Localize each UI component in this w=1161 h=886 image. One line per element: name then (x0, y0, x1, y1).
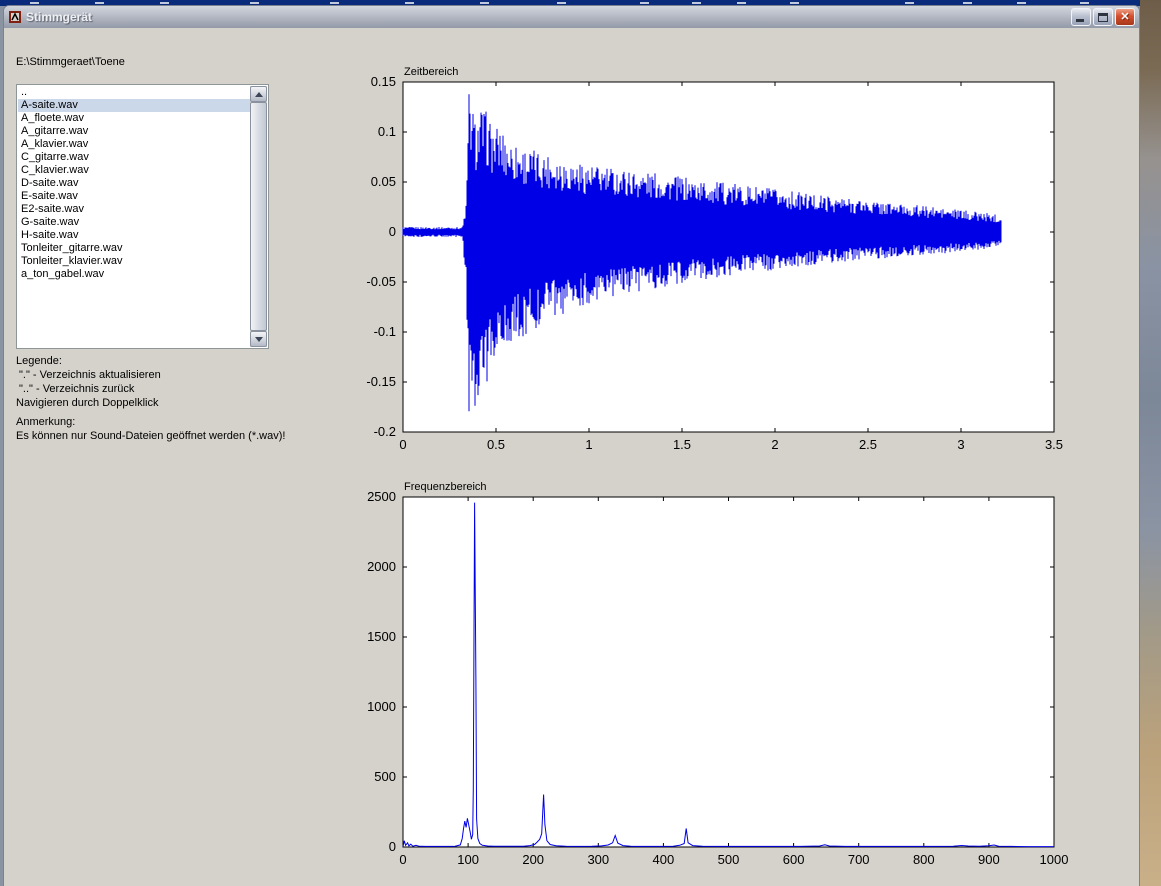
y-tick-label: 0.1 (378, 124, 396, 139)
x-tick-label: 1 (585, 437, 592, 452)
legend-line-doubleclick: Navigieren durch Doppelklick (16, 397, 158, 409)
screen: Stimmgerät ✕ E:\Stimmgeraet\Toene ..A-sa… (0, 0, 1161, 886)
window-title: Stimmgerät (26, 10, 92, 24)
file-list-items: ..A-saite.wavA_floete.wavA_gitarre.wavA_… (18, 86, 250, 347)
arrow-down-icon (255, 337, 263, 342)
x-tick-label: 0 (399, 437, 406, 452)
x-tick-label: 400 (653, 852, 675, 867)
y-tick-label: 0.05 (371, 174, 396, 189)
x-tick-label: 600 (783, 852, 805, 867)
scrollbar-thumb[interactable] (250, 102, 267, 331)
list-item[interactable]: A-saite.wav (18, 99, 250, 112)
list-item[interactable]: .. (18, 86, 250, 99)
listbox-scrollbar[interactable] (250, 86, 267, 347)
close-icon: ✕ (1120, 12, 1129, 23)
list-item[interactable]: a_ton_gabel.wav (18, 268, 250, 281)
list-item[interactable]: A_gitarre.wav (18, 125, 250, 138)
y-tick-label: 0 (389, 839, 396, 854)
app-window: Stimmgerät ✕ E:\Stimmgeraet\Toene ..A-sa… (3, 5, 1140, 886)
legend-heading: Legende: (16, 355, 62, 367)
x-tick-label: 800 (913, 852, 935, 867)
directory-path-label: E:\Stimmgeraet\Toene (16, 56, 125, 68)
x-tick-label: 500 (718, 852, 740, 867)
scroll-down-button[interactable] (250, 331, 267, 347)
list-item[interactable]: D-saite.wav (18, 177, 250, 190)
y-tick-label: 2000 (367, 559, 396, 574)
time-domain-chart: 0 0.5 1 1.5 2 2.5 3 3.5 -0.2 -0.15 -0.1 -0.05 0 0.05 0… (340, 60, 1072, 464)
arrow-up-icon (255, 92, 263, 97)
list-item[interactable]: E-saite.wav (18, 190, 250, 203)
list-item[interactable]: C_gitarre.wav (18, 151, 250, 164)
figure-canvas: E:\Stimmgeraet\Toene ..A-saite.wavA_floe… (4, 28, 1139, 886)
y-tick-label: -0.05 (366, 274, 396, 289)
legend-line-refresh: "." - Verzeichnis aktualisieren (19, 369, 161, 381)
chart-title: Frequenzbereich (404, 481, 487, 493)
list-item[interactable]: Tonleiter_klavier.wav (18, 255, 250, 268)
minimize-icon (1076, 19, 1084, 22)
y-tick-label: 0 (389, 224, 396, 239)
list-item[interactable]: Tonleiter_gitarre.wav (18, 242, 250, 255)
x-tick-label: 1000 (1040, 852, 1069, 867)
x-tick-label: 100 (457, 852, 479, 867)
list-item[interactable]: E2-saite.wav (18, 203, 250, 216)
x-tick-label: 0.5 (487, 437, 505, 452)
x-tick-label: 0 (399, 852, 406, 867)
list-item[interactable]: A_floete.wav (18, 112, 250, 125)
y-tick-label: -0.1 (374, 324, 396, 339)
app-icon[interactable] (8, 10, 22, 24)
desktop-wallpaper-sliver (1140, 0, 1161, 886)
legend-line-back: ".." - Verzeichnis zurück (19, 383, 134, 395)
y-tick-label: 1000 (367, 699, 396, 714)
close-button[interactable]: ✕ (1115, 8, 1135, 26)
plot-box (403, 497, 1054, 847)
x-tick-label: 2.5 (859, 437, 877, 452)
maximize-icon (1098, 13, 1108, 22)
minimize-button[interactable] (1071, 8, 1091, 26)
x-tick-label: 200 (522, 852, 544, 867)
maximize-button[interactable] (1093, 8, 1113, 26)
x-tick-label: 1.5 (673, 437, 691, 452)
x-tick-label: 900 (978, 852, 1000, 867)
list-item[interactable]: G-saite.wav (18, 216, 250, 229)
x-tick-label: 3.5 (1045, 437, 1063, 452)
y-tick-label: 2500 (367, 489, 396, 504)
note-heading: Anmerkung: (16, 416, 75, 428)
list-item[interactable]: A_klavier.wav (18, 138, 250, 151)
file-listbox[interactable]: ..A-saite.wavA_floete.wavA_gitarre.wavA_… (16, 84, 269, 349)
x-tick-label: 700 (848, 852, 870, 867)
chart-title: Zeitbereich (404, 66, 458, 78)
y-tick-label: 1500 (367, 629, 396, 644)
note-text: Es können nur Sound-Dateien geöffnet wer… (16, 430, 285, 442)
x-tick-label: 2 (771, 437, 778, 452)
scroll-up-button[interactable] (250, 86, 267, 102)
title-bar[interactable]: Stimmgerät ✕ (4, 6, 1139, 28)
x-tick-label: 3 (957, 437, 964, 452)
y-tick-label: -0.2 (374, 424, 396, 439)
list-item[interactable]: C_klavier.wav (18, 164, 250, 177)
y-tick-label: 500 (374, 769, 396, 784)
y-tick-label: 0.15 (371, 74, 396, 89)
x-tick-label: 300 (587, 852, 609, 867)
list-item[interactable]: H-saite.wav (18, 229, 250, 242)
frequency-domain-chart: 0 100 200 300 400 500 600 700 800 900 1000 0 500 1000… (340, 475, 1072, 877)
y-tick-label: -0.15 (366, 374, 396, 389)
